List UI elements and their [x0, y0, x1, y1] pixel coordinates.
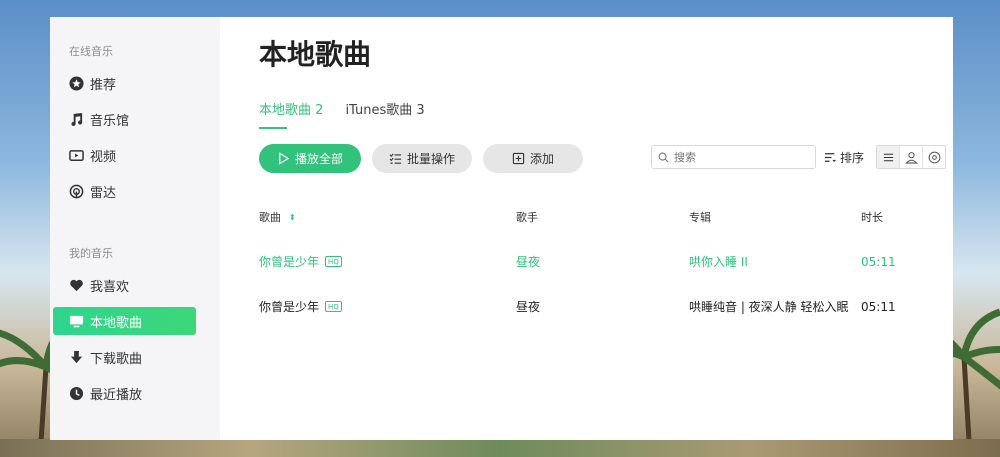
clock-icon	[68, 385, 84, 401]
sidebar-item-label: 我喜欢	[90, 279, 130, 295]
hq-badge: HQ	[325, 256, 342, 267]
song-title: 你曾是少年	[259, 300, 320, 314]
video-icon	[68, 147, 84, 163]
radar-icon	[68, 183, 84, 199]
page-title: 本地歌曲	[259, 38, 372, 71]
add-label: 添加	[529, 151, 554, 166]
tab-itunes-songs[interactable]: iTunes歌曲 3	[345, 99, 424, 129]
search-icon	[658, 152, 669, 162]
person-icon	[904, 151, 918, 164]
header-album: 专辑	[689, 211, 711, 224]
sidebar-heading-online: 在线音乐	[69, 45, 113, 58]
play-all-label: 播放全部	[294, 151, 343, 166]
sidebar: 在线音乐 推荐 音乐馆 视频 雷达 我的音乐 我喜欢 本地歌曲 下载歌曲 最近播…	[50, 17, 220, 440]
batch-operation-button[interactable]: 批量操作	[372, 143, 472, 173]
music-app-window: 在线音乐 推荐 音乐馆 视频 雷达 我的音乐 我喜欢 本地歌曲 下载歌曲 最近播…	[50, 17, 953, 440]
view-artist-button[interactable]	[900, 146, 923, 168]
duration-cell: 05:11	[861, 254, 896, 269]
toolbar: 播放全部 批量操作 添加 排序	[259, 143, 946, 173]
table-row[interactable]: 你曾是少年 HQ 昼夜 哄睡纯音 | 夜深人静 轻松入眠 05:11	[259, 284, 929, 329]
hq-badge: HQ	[325, 301, 342, 312]
view-list-button[interactable]	[877, 146, 900, 168]
download-icon	[68, 349, 84, 365]
music-note-icon	[68, 111, 84, 127]
tab-count: 2	[315, 103, 324, 118]
sort-label: 排序	[840, 151, 865, 165]
sidebar-item-recent[interactable]: 最近播放	[53, 379, 196, 407]
monitor-icon	[68, 313, 84, 329]
main-content: 本地歌曲 本地歌曲 2 iTunes歌曲 3 播放全部 批量操作 添加 搜索 排…	[220, 17, 953, 440]
sidebar-item-local-songs[interactable]: 本地歌曲	[53, 307, 196, 335]
sidebar-item-label: 音乐馆	[90, 113, 130, 129]
sidebar-item-label: 视频	[90, 149, 117, 165]
song-title: 你曾是少年	[259, 255, 320, 269]
sidebar-item-label: 雷达	[90, 185, 117, 201]
sidebar-item-radar[interactable]: 雷达	[53, 177, 196, 205]
duration-cell: 05:11	[861, 299, 896, 314]
album-cell[interactable]: 哄你入睡 II	[689, 253, 861, 270]
sidebar-item-video[interactable]: 视频	[53, 141, 196, 169]
sidebar-item-recommend[interactable]: 推荐	[53, 69, 196, 97]
sidebar-item-label: 推荐	[90, 77, 117, 93]
star-icon	[68, 75, 84, 91]
sidebar-item-music-hall[interactable]: 音乐馆	[53, 105, 196, 133]
song-cell: 你曾是少年 HQ	[259, 298, 516, 315]
sort-icon	[824, 153, 837, 163]
song-cell: 你曾是少年 HQ	[259, 253, 516, 270]
tab-label: 本地歌曲	[259, 103, 312, 118]
search-box[interactable]	[651, 145, 816, 169]
header-artist: 歌手	[516, 211, 538, 224]
add-button[interactable]: 添加	[483, 143, 583, 173]
sidebar-item-label: 下载歌曲	[90, 351, 143, 367]
song-table: 歌曲 ⬍ 歌手 专辑 时长 你曾是少年 HQ 昼夜 哄你入睡 II 05:11 …	[259, 195, 929, 329]
album-cell[interactable]: 哄睡纯音 | 夜深人静 轻松入眠	[689, 298, 861, 315]
header-song-label: 歌曲	[259, 211, 281, 224]
header-song[interactable]: 歌曲 ⬍	[259, 209, 516, 225]
checklist-icon	[389, 153, 402, 164]
view-mode-toggle	[876, 145, 946, 169]
sort-button[interactable]: 排序	[824, 149, 864, 166]
artist-cell[interactable]: 昼夜	[516, 298, 689, 315]
tab-label: iTunes歌曲	[345, 103, 413, 118]
artist-cell[interactable]: 昼夜	[516, 253, 689, 270]
disc-icon	[928, 151, 940, 163]
header-duration: 时长	[861, 211, 883, 224]
sidebar-item-downloads[interactable]: 下载歌曲	[53, 343, 196, 371]
play-icon	[279, 151, 290, 165]
plus-box-icon	[512, 152, 525, 164]
list-icon	[883, 153, 893, 161]
table-row[interactable]: 你曾是少年 HQ 昼夜 哄你入睡 II 05:11	[259, 239, 929, 284]
sidebar-item-favorites[interactable]: 我喜欢	[53, 271, 196, 299]
search-input[interactable]	[674, 150, 804, 164]
sidebar-item-label: 最近播放	[90, 387, 143, 403]
batch-operation-label: 批量操作	[406, 151, 455, 166]
view-album-button[interactable]	[923, 146, 945, 168]
tab-local-songs[interactable]: 本地歌曲 2	[259, 99, 323, 129]
play-all-button[interactable]: 播放全部	[259, 143, 361, 173]
tab-count: 3	[416, 103, 425, 118]
sort-arrow-icon: ⬍	[289, 212, 296, 222]
sidebar-item-label: 本地歌曲	[90, 315, 143, 331]
ground-strip	[0, 439, 1000, 457]
heart-icon	[68, 277, 84, 293]
table-header: 歌曲 ⬍ 歌手 专辑 时长	[259, 195, 929, 239]
sidebar-heading-mine: 我的音乐	[69, 247, 113, 260]
tab-bar: 本地歌曲 2 iTunes歌曲 3	[259, 99, 943, 129]
